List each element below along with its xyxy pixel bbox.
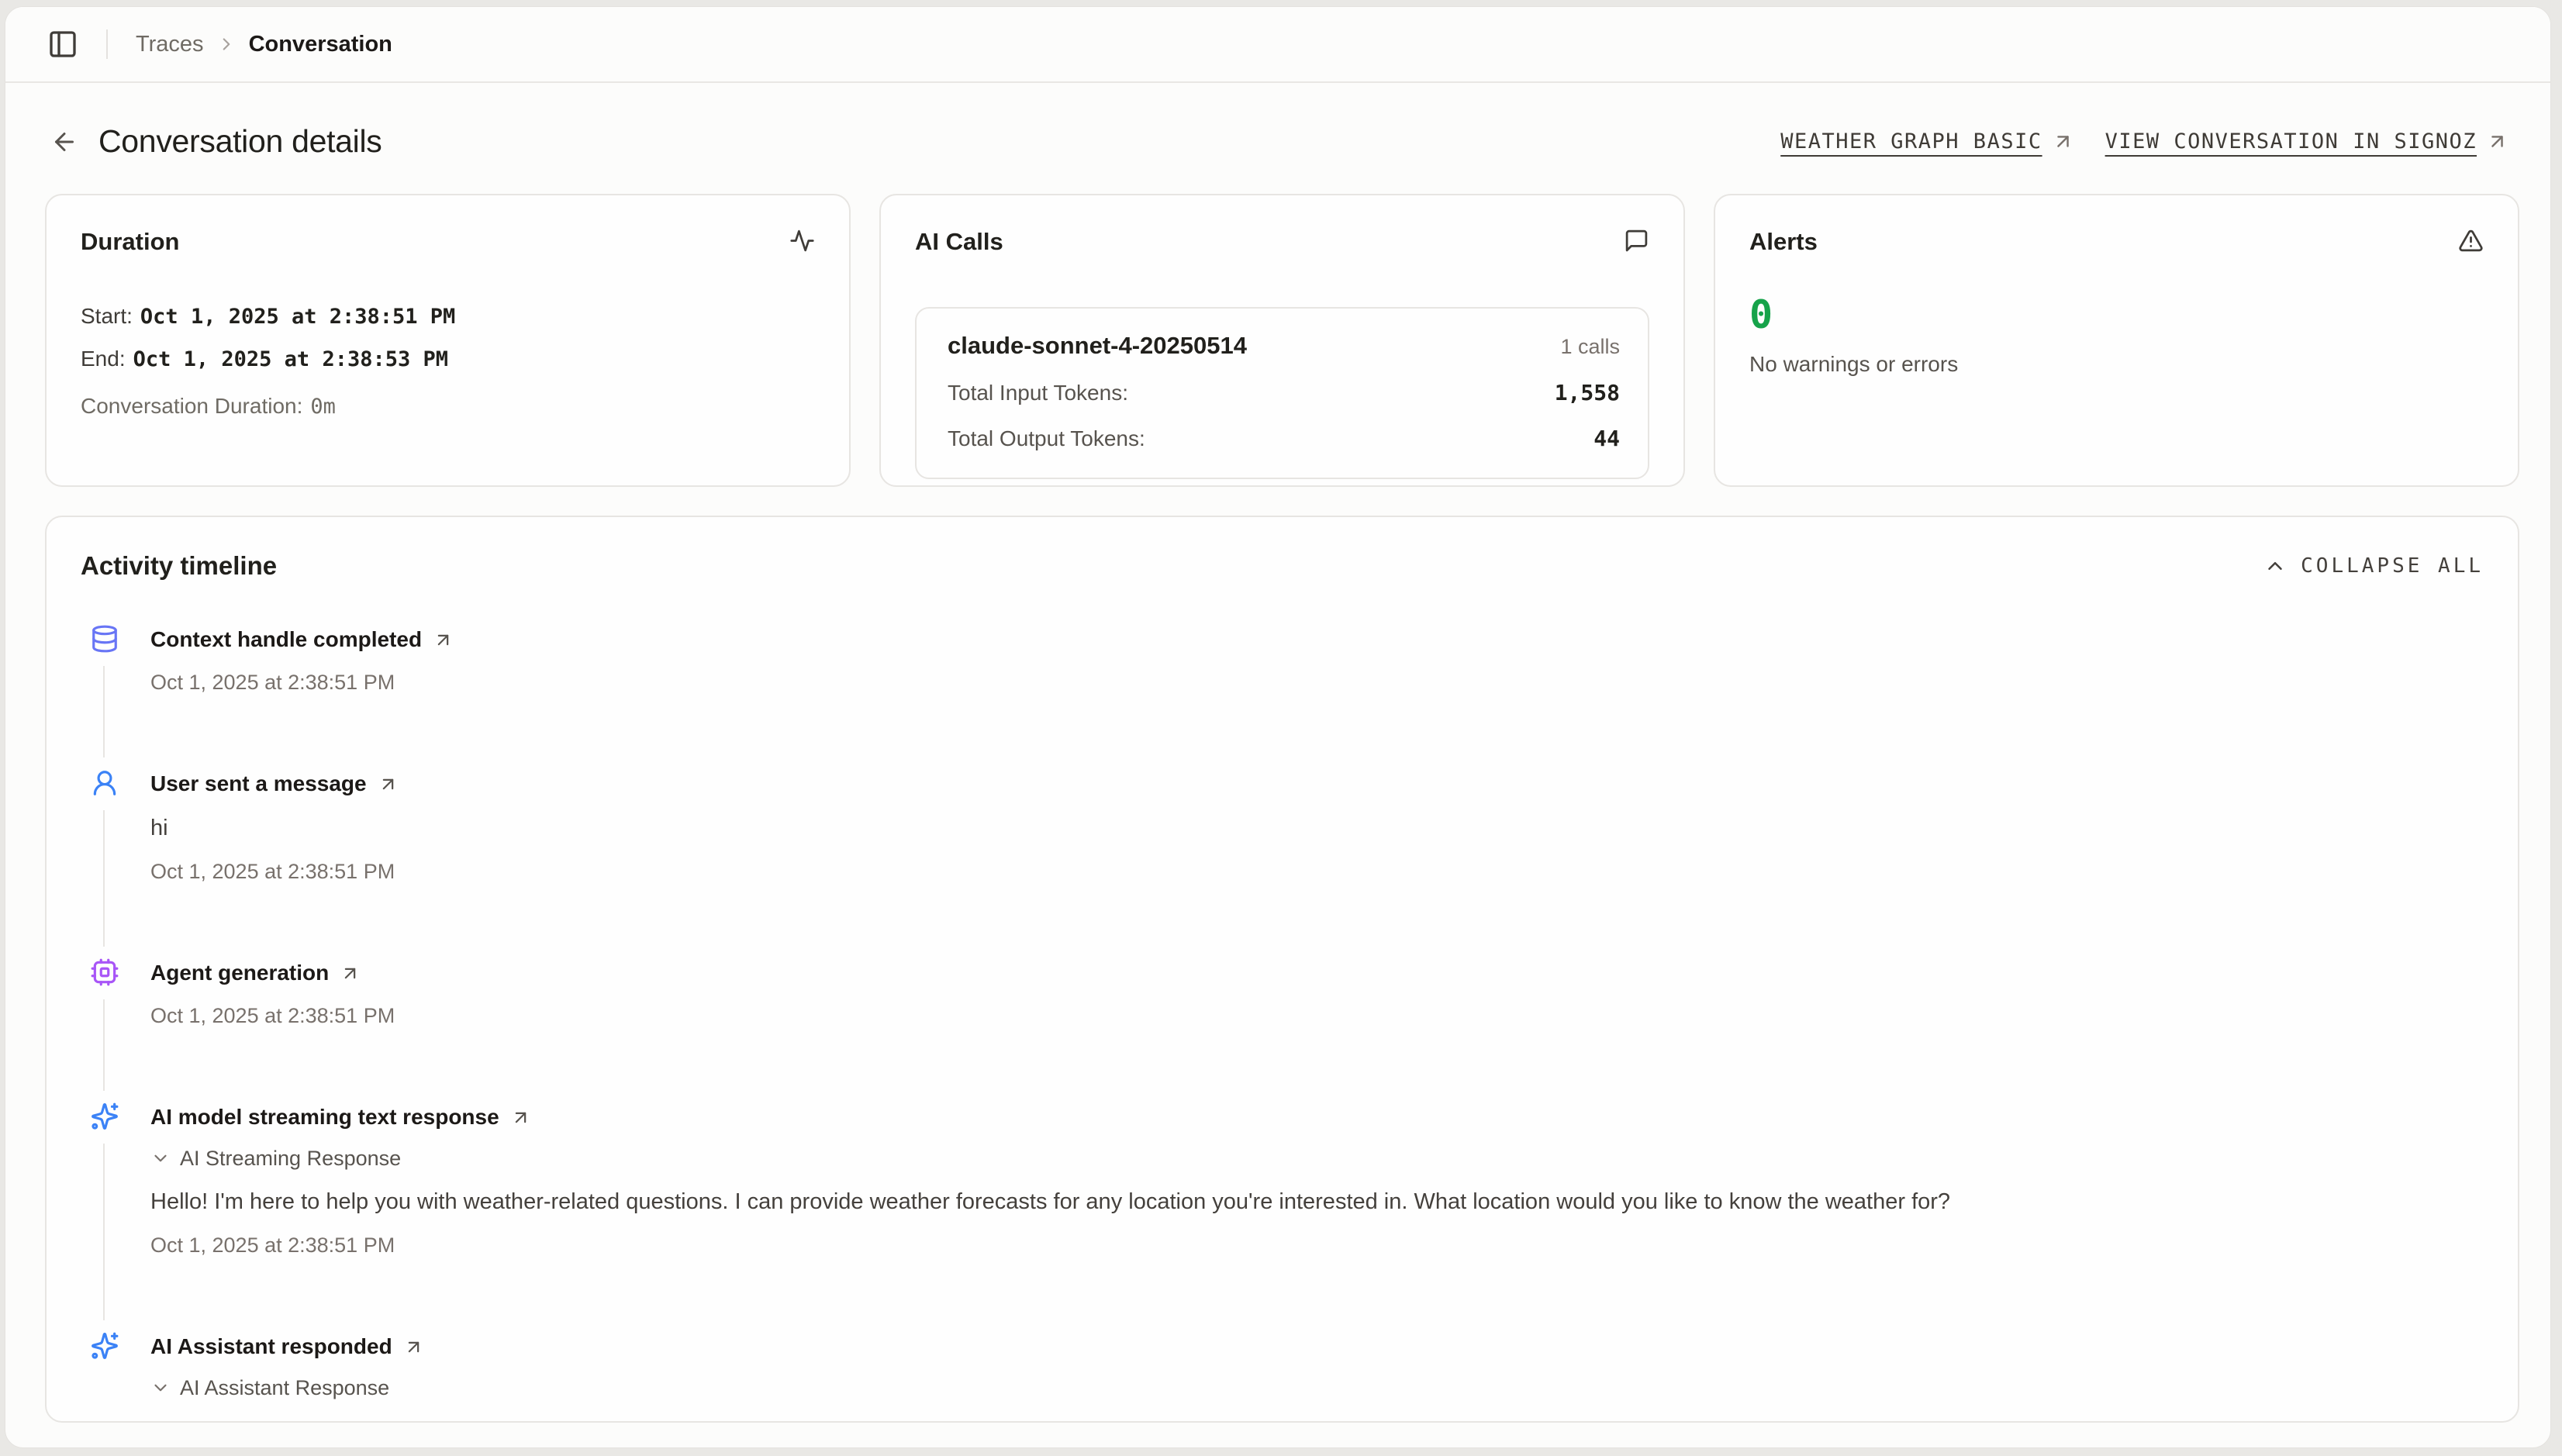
duration-end-label: End:	[81, 347, 126, 371]
item-title: Agent generation	[150, 957, 329, 988]
signoz-link-label: VIEW CONVERSATION IN SIGNOZ	[2105, 129, 2477, 154]
output-tokens-value: 44	[1593, 426, 1620, 451]
arrow-up-right-icon	[433, 630, 454, 650]
activity-timeline-card: Activity timeline COLLAPSE ALL	[45, 516, 2519, 1423]
summary-cards: Duration Start: Oct 1, 2025 at 2:38:51 PM…	[5, 194, 2550, 487]
item-title-link[interactable]: AI Assistant responded	[150, 1331, 424, 1362]
timeline-item: AI Assistant responded AI Assistant Resp…	[90, 1331, 2484, 1403]
input-tokens-row: Total Input Tokens: 1,558	[948, 380, 1620, 405]
workflow-link[interactable]: WEATHER GRAPH BASIC	[1780, 129, 2073, 154]
timeline-item: Agent generation Oct 1, 2025 at 2:38:51 …	[90, 957, 2484, 1102]
arrow-up-right-icon	[2052, 130, 2074, 153]
database-icon	[90, 624, 119, 654]
page-title: Conversation details	[98, 123, 382, 160]
model-usage-card: claude-sonnet-4-20250514 1 calls Total I…	[915, 307, 1649, 479]
chevron-right-icon	[216, 34, 237, 54]
conversation-duration-row: Conversation Duration: 0m	[81, 391, 815, 423]
model-name: claude-sonnet-4-20250514	[948, 332, 1247, 360]
duration-start-label: Start:	[81, 304, 133, 328]
topbar-divider	[106, 29, 108, 59]
conversation-duration-label: Conversation Duration:	[81, 394, 302, 418]
item-timestamp: Oct 1, 2025 at 2:38:51 PM	[150, 1001, 2484, 1030]
output-tokens-row: Total Output Tokens: 44	[948, 426, 1620, 451]
panel-left-icon	[47, 29, 78, 60]
input-tokens-label: Total Input Tokens:	[948, 381, 1128, 405]
app-window: Traces Conversation Conversation details…	[5, 6, 2551, 1448]
duration-start-value: Oct 1, 2025 at 2:38:51 PM	[140, 305, 455, 329]
arrow-up-right-icon	[378, 774, 399, 795]
timeline-connector	[103, 1144, 105, 1320]
item-title: AI model streaming text response	[150, 1102, 499, 1133]
chevron-up-icon	[2263, 554, 2287, 578]
timeline-list: Context handle completed Oct 1, 2025 at …	[81, 624, 2484, 1403]
item-title-link[interactable]: Agent generation	[150, 957, 361, 988]
sparkles-icon	[90, 1331, 119, 1361]
breadcrumb-traces[interactable]: Traces	[136, 32, 204, 57]
collapse-all-label: COLLAPSE ALL	[2301, 554, 2484, 578]
input-tokens-value: 1,558	[1555, 380, 1620, 405]
timeline-connector	[103, 666, 105, 757]
item-title-link[interactable]: AI model streaming text response	[150, 1102, 531, 1133]
item-title: User sent a message	[150, 768, 367, 799]
duration-end-row: End: Oct 1, 2025 at 2:38:53 PM	[81, 343, 815, 375]
section-label: AI Streaming Response	[180, 1144, 401, 1173]
item-body: hi	[150, 812, 2484, 844]
item-title-link[interactable]: Context handle completed	[150, 624, 454, 655]
model-calls-count: 1 calls	[1560, 335, 1620, 359]
duration-start-row: Start: Oct 1, 2025 at 2:38:51 PM	[81, 301, 815, 333]
timeline-connector	[103, 999, 105, 1091]
duration-card-title: Duration	[81, 228, 179, 256]
timeline-item: Context handle completed Oct 1, 2025 at …	[90, 624, 2484, 768]
item-body: Hello! I'm here to help you with weather…	[150, 1185, 2484, 1218]
arrow-up-right-icon	[2486, 130, 2508, 153]
item-timestamp: Oct 1, 2025 at 2:38:51 PM	[150, 668, 2484, 697]
topbar: Traces Conversation	[5, 7, 2550, 83]
collapse-all-button[interactable]: COLLAPSE ALL	[2263, 554, 2484, 578]
timeline-title: Activity timeline	[81, 551, 277, 581]
alerts-count: 0	[1749, 293, 2484, 336]
user-round-icon	[90, 768, 119, 798]
item-timestamp: Oct 1, 2025 at 2:38:51 PM	[150, 1230, 2484, 1260]
page-header: Conversation details WEATHER GRAPH BASIC…	[5, 83, 2550, 194]
breadcrumb-current: Conversation	[249, 32, 392, 57]
item-title: AI Assistant responded	[150, 1331, 392, 1362]
sparkles-icon	[90, 1102, 119, 1131]
item-title-link[interactable]: User sent a message	[150, 768, 399, 799]
header-links: WEATHER GRAPH BASIC VIEW CONVERSATION IN…	[1780, 129, 2508, 154]
breadcrumb: Traces Conversation	[136, 32, 392, 57]
arrow-left-icon	[50, 128, 78, 156]
view-in-signoz-link[interactable]: VIEW CONVERSATION IN SIGNOZ	[2105, 129, 2508, 154]
ai-calls-card: AI Calls claude-sonnet-4-20250514 1 call…	[879, 194, 1685, 487]
section-toggle[interactable]: AI Assistant Response	[150, 1373, 389, 1403]
output-tokens-label: Total Output Tokens:	[948, 426, 1145, 451]
duration-card: Duration Start: Oct 1, 2025 at 2:38:51 PM…	[45, 194, 851, 487]
section-label: AI Assistant Response	[180, 1373, 389, 1403]
alerts-card: Alerts 0 No warnings or errors	[1714, 194, 2519, 487]
item-timestamp: Oct 1, 2025 at 2:38:51 PM	[150, 857, 2484, 886]
triangle-alert-icon	[2458, 228, 2484, 254]
chevron-down-icon	[150, 1148, 171, 1168]
arrow-up-right-icon	[340, 963, 361, 984]
duration-end-value: Oct 1, 2025 at 2:38:53 PM	[133, 347, 448, 371]
sidebar-toggle-button[interactable]	[47, 29, 78, 60]
arrow-up-right-icon	[510, 1107, 531, 1128]
workflow-link-label: WEATHER GRAPH BASIC	[1780, 129, 2042, 154]
timeline-item: AI model streaming text response AI Stre…	[90, 1102, 2484, 1331]
activity-icon	[789, 228, 815, 254]
item-title: Context handle completed	[150, 624, 422, 655]
cpu-icon	[90, 957, 119, 987]
message-square-icon	[1624, 228, 1649, 254]
arrow-up-right-icon	[403, 1337, 424, 1358]
alerts-card-title: Alerts	[1749, 228, 1818, 256]
section-toggle[interactable]: AI Streaming Response	[150, 1144, 401, 1173]
chevron-down-icon	[150, 1378, 171, 1398]
alerts-message: No warnings or errors	[1749, 352, 2484, 377]
timeline-connector	[103, 810, 105, 947]
conversation-duration-value: 0m	[310, 395, 336, 419]
back-button[interactable]	[50, 128, 78, 156]
ai-calls-card-title: AI Calls	[915, 228, 1003, 256]
timeline-item: User sent a message hi Oct 1, 2025 at 2:…	[90, 768, 2484, 957]
